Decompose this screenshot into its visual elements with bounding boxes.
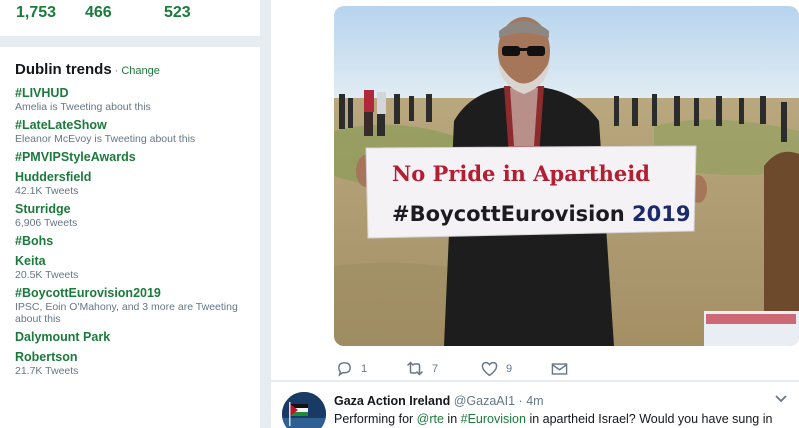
trend-name[interactable]: #BoycottEurovision2019 [15,286,248,301]
following-count[interactable]: 466 [85,4,164,22]
tweet-media-photo[interactable]: No Pride in Apartheid #BoycottEurovision… [334,6,799,346]
trend-item[interactable]: #LIVHUD Amelia is Tweeting about this [15,86,248,113]
trend-item[interactable]: #BoycottEurovision2019 IPSC, Eoin O'Mahon… [15,286,248,325]
trend-name[interactable]: #Bohs [15,234,248,249]
trend-item[interactable]: Dalymount Park [15,330,248,345]
tweet-text: Performing for @rte in #Eurovision in ap… [334,412,773,426]
trend-context: 21.7K Tweets [15,365,79,377]
tweet: No Pride in Apartheid #BoycottEurovision… [271,0,799,381]
trend-name[interactable]: Sturridge [15,202,248,217]
tweet-actions: 1 7 9 [336,360,568,377]
heart-icon [481,361,498,376]
reply-icon [338,362,351,377]
trend-context: 6,906 Tweets [15,217,78,229]
trend-context: Eleanor McEvoy is Tweeting about this [15,133,196,145]
trend-item[interactable]: Keita 20.5K Tweets [15,254,248,281]
hashtag-link[interactable]: #Eurovision [461,412,526,426]
envelope-icon [551,362,568,375]
trend-item[interactable]: #PMVIPStyleAwards [15,150,248,165]
tweets-count[interactable]: 1,753 [16,4,85,22]
retweet-icon [406,361,424,376]
trend-item[interactable]: Robertson 21.7K Tweets [15,350,248,377]
like-button[interactable]: 9 [481,361,551,377]
trend-context: 42.1K Tweets [15,185,79,197]
trend-name[interactable]: #LIVHUD [15,86,248,101]
trend-list: #LIVHUD Amelia is Tweeting about this #Lat… [15,86,248,377]
followers-count[interactable]: 523 [164,4,191,22]
profile-stats: 1,753 466 523 [16,4,191,22]
trend-name[interactable]: Dalymount Park [15,330,248,345]
trend-name[interactable]: #PMVIPStyleAwards [15,150,248,165]
tweet-header: Gaza Action Ireland @GazaAI1 · 4m [334,394,544,408]
chevron-down-icon[interactable] [775,395,787,403]
sign-line-1: No Pride in Apartheid [392,161,650,186]
direct-message-button[interactable] [551,362,568,376]
retweet-count: 7 [432,362,439,375]
avatar-flag-image [282,392,326,428]
like-count: 9 [506,362,513,375]
trend-name[interactable]: #LateLateShow [15,118,248,133]
trends-card: Dublin trends · Change #LIVHUD Amelia is … [0,47,260,428]
retweet-button[interactable]: 7 [406,360,481,377]
trend-context: Amelia is Tweeting about this [15,101,151,113]
trend-name[interactable]: Robertson [15,350,248,365]
author-handle[interactable]: @GazaAI1 [454,394,515,408]
author-name[interactable]: Gaza Action Ireland [334,394,450,408]
trend-name[interactable]: Huddersfield [15,170,248,185]
reply-button[interactable]: 1 [336,360,406,377]
tweet-timestamp[interactable]: 4m [526,394,543,408]
sign-line-2: #BoycottEurovision 2019 [392,202,690,226]
trend-item[interactable]: #LateLateShow Eleanor McEvoy is Tweeting … [15,118,248,145]
trends-header: Dublin trends · Change [15,61,248,83]
trend-item[interactable]: Huddersfield 42.1K Tweets [15,170,248,197]
change-location-link[interactable]: Change [121,65,160,77]
reply-count: 1 [361,362,368,375]
trend-context: 20.5K Tweets [15,269,79,281]
tweet-preview[interactable]: Gaza Action Ireland @GazaAI1 · 4m Perfor… [271,382,799,428]
profile-stats-card: 1,753 466 523 [0,0,260,36]
trends-title: Dublin trends [15,61,112,78]
protest-photo: No Pride in Apartheid #BoycottEurovision… [334,6,799,346]
mention-link[interactable]: @rte [417,412,444,426]
trends-separator: · [114,65,119,77]
time-separator: · [518,394,523,408]
trend-item[interactable]: #Bohs [15,234,248,249]
trend-context: IPSC, Eoin O'Mahony, and 3 more are Twee… [15,301,238,325]
trend-name[interactable]: Keita [15,254,248,269]
trend-item[interactable]: Sturridge 6,906 Tweets [15,202,248,229]
avatar[interactable] [282,392,326,428]
